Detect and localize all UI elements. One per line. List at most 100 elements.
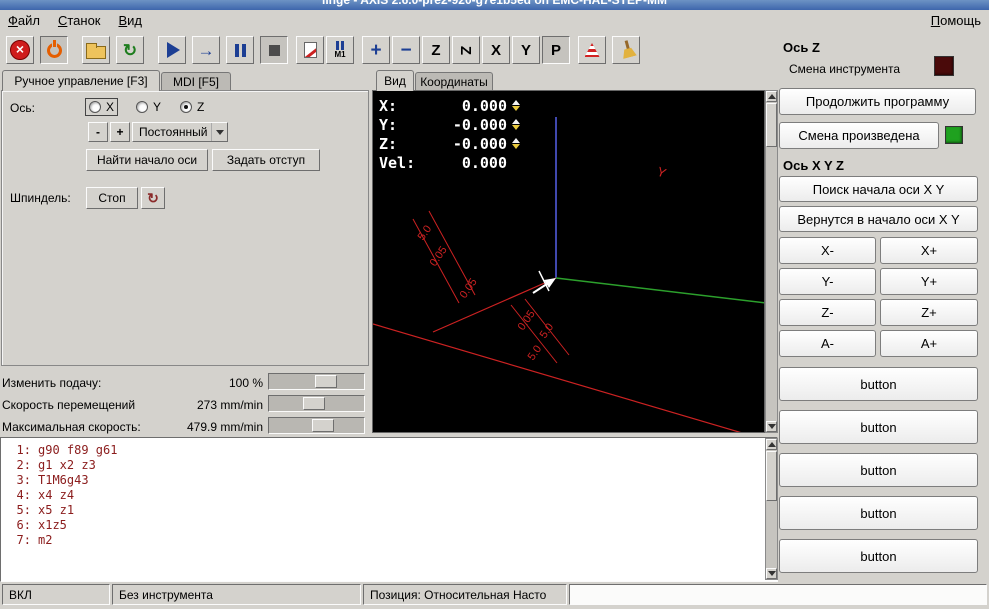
preview-scrollbar[interactable]	[765, 90, 778, 433]
open-file-button[interactable]	[82, 36, 110, 64]
tab-dro-coords[interactable]: Координаты	[415, 72, 493, 90]
preview-scroll-up-arrow[interactable]	[766, 91, 777, 102]
spindle-extra-button[interactable]: ↻	[141, 187, 165, 209]
jog-y-minus-label: Y-	[821, 274, 834, 289]
estop-button[interactable]: ×	[6, 36, 34, 64]
gcode-line[interactable]: 3: T1M6g43	[5, 473, 761, 488]
custom-button-1[interactable]: button	[779, 367, 978, 401]
view-top-z-button[interactable]: Z	[422, 36, 450, 64]
home-xy-button[interactable]: Поиск начала оси X Y	[779, 176, 978, 202]
jog-plus-button[interactable]: +	[110, 122, 130, 142]
view-rotated-top-button[interactable]: Z	[452, 36, 480, 64]
touch-off-button[interactable]: Задать отступ	[212, 149, 320, 171]
gcode-line[interactable]: 2: g1 x2 z3	[5, 458, 761, 473]
view-perspective-button[interactable]: P	[542, 36, 570, 64]
tab-mdi[interactable]: MDI [F5]	[161, 72, 231, 90]
jog-z-minus-button[interactable]: Z-	[779, 299, 876, 326]
axis-radio-x[interactable]: X	[84, 98, 119, 116]
view-z-rotated-icon: Z	[457, 45, 475, 55]
axis-radio-y[interactable]: Y	[133, 99, 164, 115]
y-axis-text-label: Y	[655, 164, 669, 181]
max-velocity-slider-thumb[interactable]	[312, 419, 334, 432]
run-program-button[interactable]	[158, 36, 186, 64]
spindle-stop-button[interactable]: Стоп	[86, 187, 138, 209]
gcode-scroll-up-arrow[interactable]	[766, 439, 777, 450]
dro-y-value: -0.000	[452, 115, 507, 134]
zoom-out-button[interactable]: −	[392, 36, 420, 64]
feed-override-slider[interactable]	[268, 373, 365, 390]
dro-z-value: -0.000	[452, 134, 507, 153]
view-side-x-button[interactable]: X	[482, 36, 510, 64]
machine-power-button[interactable]	[40, 36, 68, 64]
jog-y-minus-button[interactable]: Y-	[779, 268, 876, 295]
block-delete-icon	[303, 42, 317, 58]
preview-scroll-down-arrow[interactable]	[766, 421, 777, 432]
dro-z-row: Z: -0.000	[379, 134, 520, 153]
custom-button-1-label: button	[860, 376, 897, 392]
continue-program-label: Продолжить программу	[805, 94, 950, 109]
reload-file-button[interactable]: ↻	[116, 36, 144, 64]
gcode-line-text: x1z5	[38, 518, 67, 532]
jog-increment-select[interactable]: Постоянный	[132, 122, 228, 142]
stop-square-icon	[268, 44, 280, 56]
custom-button-4[interactable]: button	[779, 496, 978, 530]
pause-button[interactable]	[226, 36, 254, 64]
gcode-line[interactable]: 7: m2	[5, 533, 761, 548]
jog-a-plus-button[interactable]: A+	[880, 330, 978, 357]
custom-button-5[interactable]: button	[779, 539, 978, 573]
block-delete-button[interactable]	[296, 36, 324, 64]
tool-change-done-button[interactable]: Смена произведена	[779, 122, 939, 149]
radio-z-label: Z	[197, 100, 205, 114]
dro-x-value: 0.000	[461, 96, 507, 115]
jog-minus-button[interactable]: -	[88, 122, 108, 142]
view-front-y-button[interactable]: Y	[512, 36, 540, 64]
dro-y-label: Y:	[379, 115, 398, 134]
menu-file[interactable]: Файл	[8, 13, 40, 28]
tab-manual-control[interactable]: Ручное управление [F3]	[2, 70, 160, 91]
window-titlebar[interactable]: linge - AXIS 2.6.0-pre2-920-g7e1b5ed on …	[0, 0, 989, 10]
gcode-scroll-down-arrow[interactable]	[766, 568, 777, 579]
gcode-scrollbar[interactable]	[765, 438, 778, 580]
gcode-line[interactable]: 5: x5 z1	[5, 503, 761, 518]
jog-y-plus-button[interactable]: Y+	[880, 268, 978, 295]
jog-speed-slider[interactable]	[268, 395, 365, 412]
preview-scroll-thumb[interactable]	[766, 103, 777, 147]
gcode-line[interactable]: 4: x4 z4	[5, 488, 761, 503]
menu-help[interactable]: Помощь	[931, 13, 981, 28]
max-velocity-slider[interactable]	[268, 417, 365, 434]
home-axis-button[interactable]: Найти начало оси	[86, 149, 208, 171]
max-velocity-label: Максимальная скорость:	[2, 420, 141, 434]
jog-speed-slider-thumb[interactable]	[303, 397, 325, 410]
jog-x-plus-label: X+	[920, 243, 938, 258]
gcode-line-text: m2	[38, 533, 53, 547]
jog-z-plus-button[interactable]: Z+	[880, 299, 978, 326]
home-axis-label: Найти начало оси	[96, 153, 198, 167]
zoom-in-button[interactable]: +	[362, 36, 390, 64]
tab-preview[interactable]: Вид	[376, 70, 414, 91]
axis-main-window: linge - AXIS 2.6.0-pre2-920-g7e1b5ed on …	[0, 0, 989, 609]
clear-plot-button[interactable]	[612, 36, 640, 64]
radio-y-circle	[136, 101, 148, 113]
jog-x-plus-button[interactable]: X+	[880, 237, 978, 264]
dro-vel-value: 0.000	[461, 153, 507, 172]
continue-program-button[interactable]: Продолжить программу	[779, 88, 976, 115]
menu-machine[interactable]: Станок	[58, 13, 101, 28]
gcode-scroll-thumb[interactable]	[766, 451, 777, 501]
optional-stop-button[interactable]: M1	[326, 36, 354, 64]
gcode-line[interactable]: 6: x1z5	[5, 518, 761, 533]
jog-a-minus-button[interactable]: A-	[779, 330, 876, 357]
jog-x-minus-button[interactable]: X-	[779, 237, 876, 264]
custom-button-2[interactable]: button	[779, 410, 978, 444]
gcode-line[interactable]: 1: g90 f89 g61	[5, 443, 761, 458]
custom-button-3[interactable]: button	[779, 453, 978, 487]
stop-button[interactable]	[260, 36, 288, 64]
menu-view[interactable]: Вид	[119, 13, 143, 28]
x-homed-icon	[512, 100, 520, 111]
reload-icon: ↻	[122, 40, 138, 60]
toolpath-cone-button[interactable]	[578, 36, 606, 64]
step-button[interactable]: →	[192, 36, 220, 64]
preview-canvas[interactable]: X: 0.000 Y: -0.000 Z: -0.000 Vel: 0.000	[372, 90, 765, 433]
return-home-xy-button[interactable]: Вернутся в начало оси X Y	[779, 206, 978, 232]
feed-override-slider-thumb[interactable]	[315, 375, 337, 388]
axis-radio-z[interactable]: Z	[177, 99, 207, 115]
